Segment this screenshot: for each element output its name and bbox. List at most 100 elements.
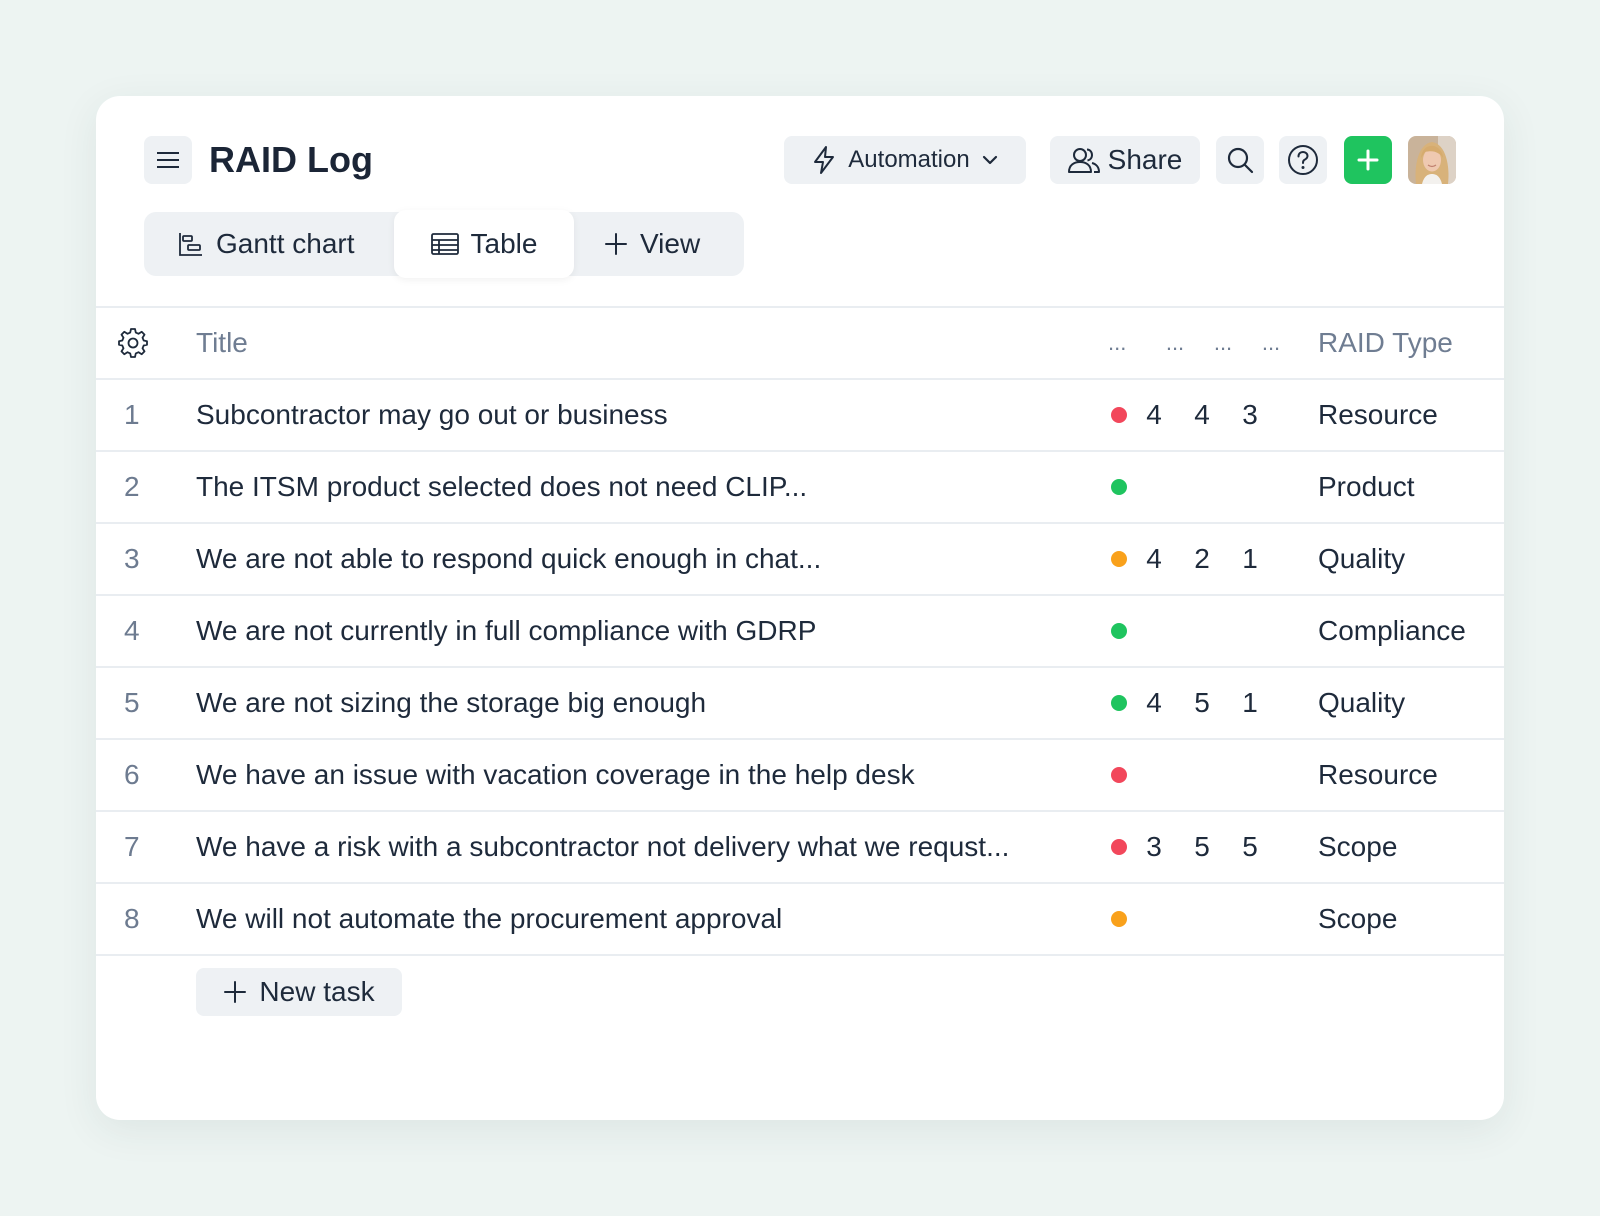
chevron-down-icon [982,155,997,165]
column-header-status[interactable]: ... [1108,308,1126,378]
row-value-a[interactable]: 3 [1139,812,1169,882]
row-title[interactable]: We are not sizing the storage big enough [196,668,706,738]
row-value-a[interactable] [1139,884,1169,954]
row-title[interactable]: We will not automate the procurement app… [196,884,782,954]
row-value-a[interactable] [1139,740,1169,810]
row-value-b[interactable] [1187,740,1217,810]
row-value-c[interactable]: 1 [1235,524,1265,594]
table-row[interactable]: 5 We are not sizing the storage big enoug… [96,666,1504,738]
row-number: 6 [124,759,140,790]
table-row[interactable]: 6 We have an issue with vacation coverage… [96,738,1504,810]
row-value-c[interactable] [1235,740,1265,810]
row-value-b[interactable] [1187,884,1217,954]
row-title[interactable]: We have an issue with vacation coverage … [196,740,915,810]
status-dot [1111,911,1127,927]
search-icon [1227,147,1254,174]
tab-gantt-label: Gantt chart [216,228,355,259]
avatar[interactable] [1408,136,1456,184]
gantt-icon [179,233,202,256]
status-cell[interactable] [1111,812,1127,882]
status-cell[interactable] [1111,668,1127,738]
row-value-b[interactable]: 5 [1187,668,1217,738]
row-raid-type[interactable]: Quality [1318,668,1405,738]
help-button[interactable] [1279,136,1327,184]
status-dot [1111,479,1127,495]
row-raid-type[interactable]: Quality [1318,524,1405,594]
column-settings-button[interactable] [118,308,148,378]
row-value-a[interactable] [1139,452,1169,522]
tab-view-label: View [640,228,701,259]
row-number: 8 [124,903,140,934]
row-number: 3 [124,543,140,574]
view-tabs: Gantt chart Table View [144,210,744,278]
column-header-raid-type[interactable]: RAID Type [1318,308,1453,378]
row-raid-type[interactable]: Resource [1318,380,1438,450]
user-photo-icon [1408,136,1456,184]
table-row[interactable]: 1 Subcontractor may go out or business 4 4 3… [96,378,1504,450]
row-value-c[interactable]: 3 [1235,380,1265,450]
table-row[interactable]: 3 We are not able to respond quick enough… [96,522,1504,594]
row-value-b[interactable] [1187,596,1217,666]
status-dot [1111,407,1127,423]
row-value-a[interactable]: 4 [1139,380,1169,450]
row-value-a[interactable]: 4 [1139,668,1169,738]
table-row[interactable]: 8 We will not automate the procurement ap… [96,882,1504,954]
new-task-label: New task [259,976,375,1007]
row-raid-type[interactable]: Scope [1318,884,1397,954]
row-value-c[interactable] [1235,452,1265,522]
row-value-a[interactable] [1139,596,1169,666]
menu-button[interactable] [144,136,192,184]
row-number: 5 [124,687,140,718]
tab-gantt-chart[interactable]: Gantt chart [178,212,355,276]
row-value-b[interactable]: 4 [1187,380,1217,450]
status-cell[interactable] [1111,740,1127,810]
row-title[interactable]: The ITSM product selected does not need … [196,452,807,522]
row-title[interactable]: We are not currently in full compliance … [196,596,816,666]
automation-label: Automation [848,146,970,173]
tab-table-label: Table [470,228,538,259]
table-icon [430,233,459,255]
row-raid-type[interactable]: Scope [1318,812,1397,882]
status-cell[interactable] [1111,452,1127,522]
automation-button[interactable]: Automation [784,136,1026,184]
column-header-c[interactable]: ... [1256,308,1286,378]
status-cell[interactable] [1111,524,1127,594]
row-raid-type[interactable]: Resource [1318,740,1438,810]
plus-icon [605,233,627,255]
row-value-b[interactable] [1187,452,1217,522]
row-value-c[interactable] [1235,884,1265,954]
status-dot [1111,767,1127,783]
share-button[interactable]: Share [1050,136,1200,184]
table-row[interactable]: 7 We have a risk with a subcontractor not… [96,810,1504,882]
column-header-b[interactable]: ... [1208,308,1238,378]
row-value-a[interactable]: 4 [1139,524,1169,594]
bolt-icon [814,146,835,174]
tab-add-view[interactable]: View [604,212,700,276]
row-number: 2 [124,471,140,502]
row-title[interactable]: We are not able to respond quick enough … [196,524,821,594]
row-value-b[interactable]: 2 [1187,524,1217,594]
row-title[interactable]: Subcontractor may go out or business [196,380,668,450]
row-raid-type[interactable]: Compliance [1318,596,1466,666]
search-button[interactable] [1216,136,1264,184]
plus-icon [224,981,247,1003]
row-value-c[interactable] [1235,596,1265,666]
row-value-c[interactable]: 5 [1235,812,1265,882]
status-cell[interactable] [1111,380,1127,450]
tab-table[interactable]: Table [394,210,574,278]
status-cell[interactable] [1111,884,1127,954]
users-icon [1067,148,1100,173]
menu-icon [157,152,179,168]
table-row[interactable]: 2 The ITSM product selected does not need… [96,450,1504,522]
row-raid-type[interactable]: Product [1318,452,1415,522]
row-value-b[interactable]: 5 [1187,812,1217,882]
column-header-a[interactable]: ... [1160,308,1190,378]
status-dot [1111,839,1127,855]
row-value-c[interactable]: 1 [1235,668,1265,738]
new-task-button[interactable]: New task [196,968,402,1016]
row-title[interactable]: We have a risk with a subcontractor not … [196,812,1009,882]
add-button[interactable] [1344,136,1392,184]
column-header-title[interactable]: Title [196,308,248,378]
table-row[interactable]: 4 We are not currently in full compliance… [96,594,1504,666]
status-cell[interactable] [1111,596,1127,666]
